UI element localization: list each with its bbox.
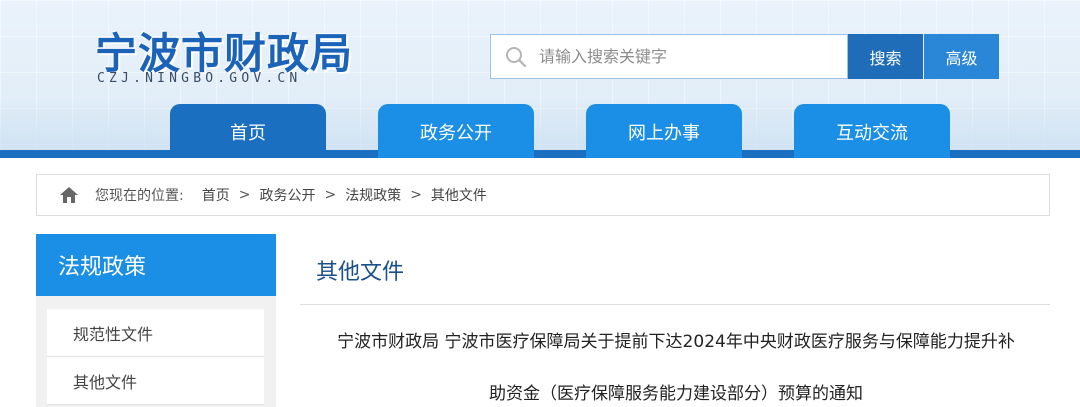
- article-title-line-1: 宁波市财政局 宁波市医疗保障局关于提前下达2024年中央财政医疗服务与保障能力提…: [337, 332, 1015, 352]
- search-icon: [506, 47, 527, 68]
- search-box: [490, 34, 848, 79]
- nav-tab-interaction[interactable]: 互动交流: [794, 104, 950, 158]
- section-divider: [300, 304, 1050, 305]
- advanced-search-button[interactable]: 高级: [924, 34, 999, 79]
- sidebar-title: 法规政策: [36, 234, 276, 296]
- breadcrumb-item-policies[interactable]: 法规政策: [345, 185, 401, 205]
- location-home-icon: [60, 187, 78, 203]
- breadcrumb-item-home[interactable]: 首页: [202, 185, 230, 205]
- sidebar-item-normative-documents[interactable]: 规范性文件: [47, 309, 264, 357]
- search-button[interactable]: 搜索: [848, 34, 923, 79]
- breadcrumb-item-other-documents[interactable]: 其他文件: [431, 185, 487, 205]
- nav-tab-online-services[interactable]: 网上办事: [586, 104, 742, 158]
- site-domain: CZJ.NINGBO.GOV.CN: [97, 71, 302, 86]
- search-input[interactable]: [539, 35, 839, 78]
- breadcrumb-separator: >: [238, 187, 251, 203]
- sidebar-item-other-documents[interactable]: 其他文件: [47, 357, 264, 405]
- breadcrumb-prefix: 您现在的位置:: [95, 188, 184, 204]
- breadcrumb-item-government-affairs[interactable]: 政务公开: [259, 185, 315, 205]
- breadcrumb: 您现在的位置: 首页 > 政务公开 > 法规政策 > 其他文件: [36, 174, 1050, 216]
- article-title: 宁波市财政局 宁波市医疗保障局关于提前下达2024年中央财政医疗服务与保障能力提…: [300, 316, 1052, 407]
- nav-tab-government-affairs[interactable]: 政务公开: [378, 104, 534, 158]
- breadcrumb-separator: >: [324, 187, 337, 203]
- section-title: 其他文件: [316, 260, 405, 285]
- article-title-line-2: 助资金（医疗保障服务能力建设部分）预算的通知: [489, 384, 863, 404]
- nav-tab-home[interactable]: 首页: [170, 104, 326, 158]
- breadcrumb-separator: >: [410, 187, 422, 203]
